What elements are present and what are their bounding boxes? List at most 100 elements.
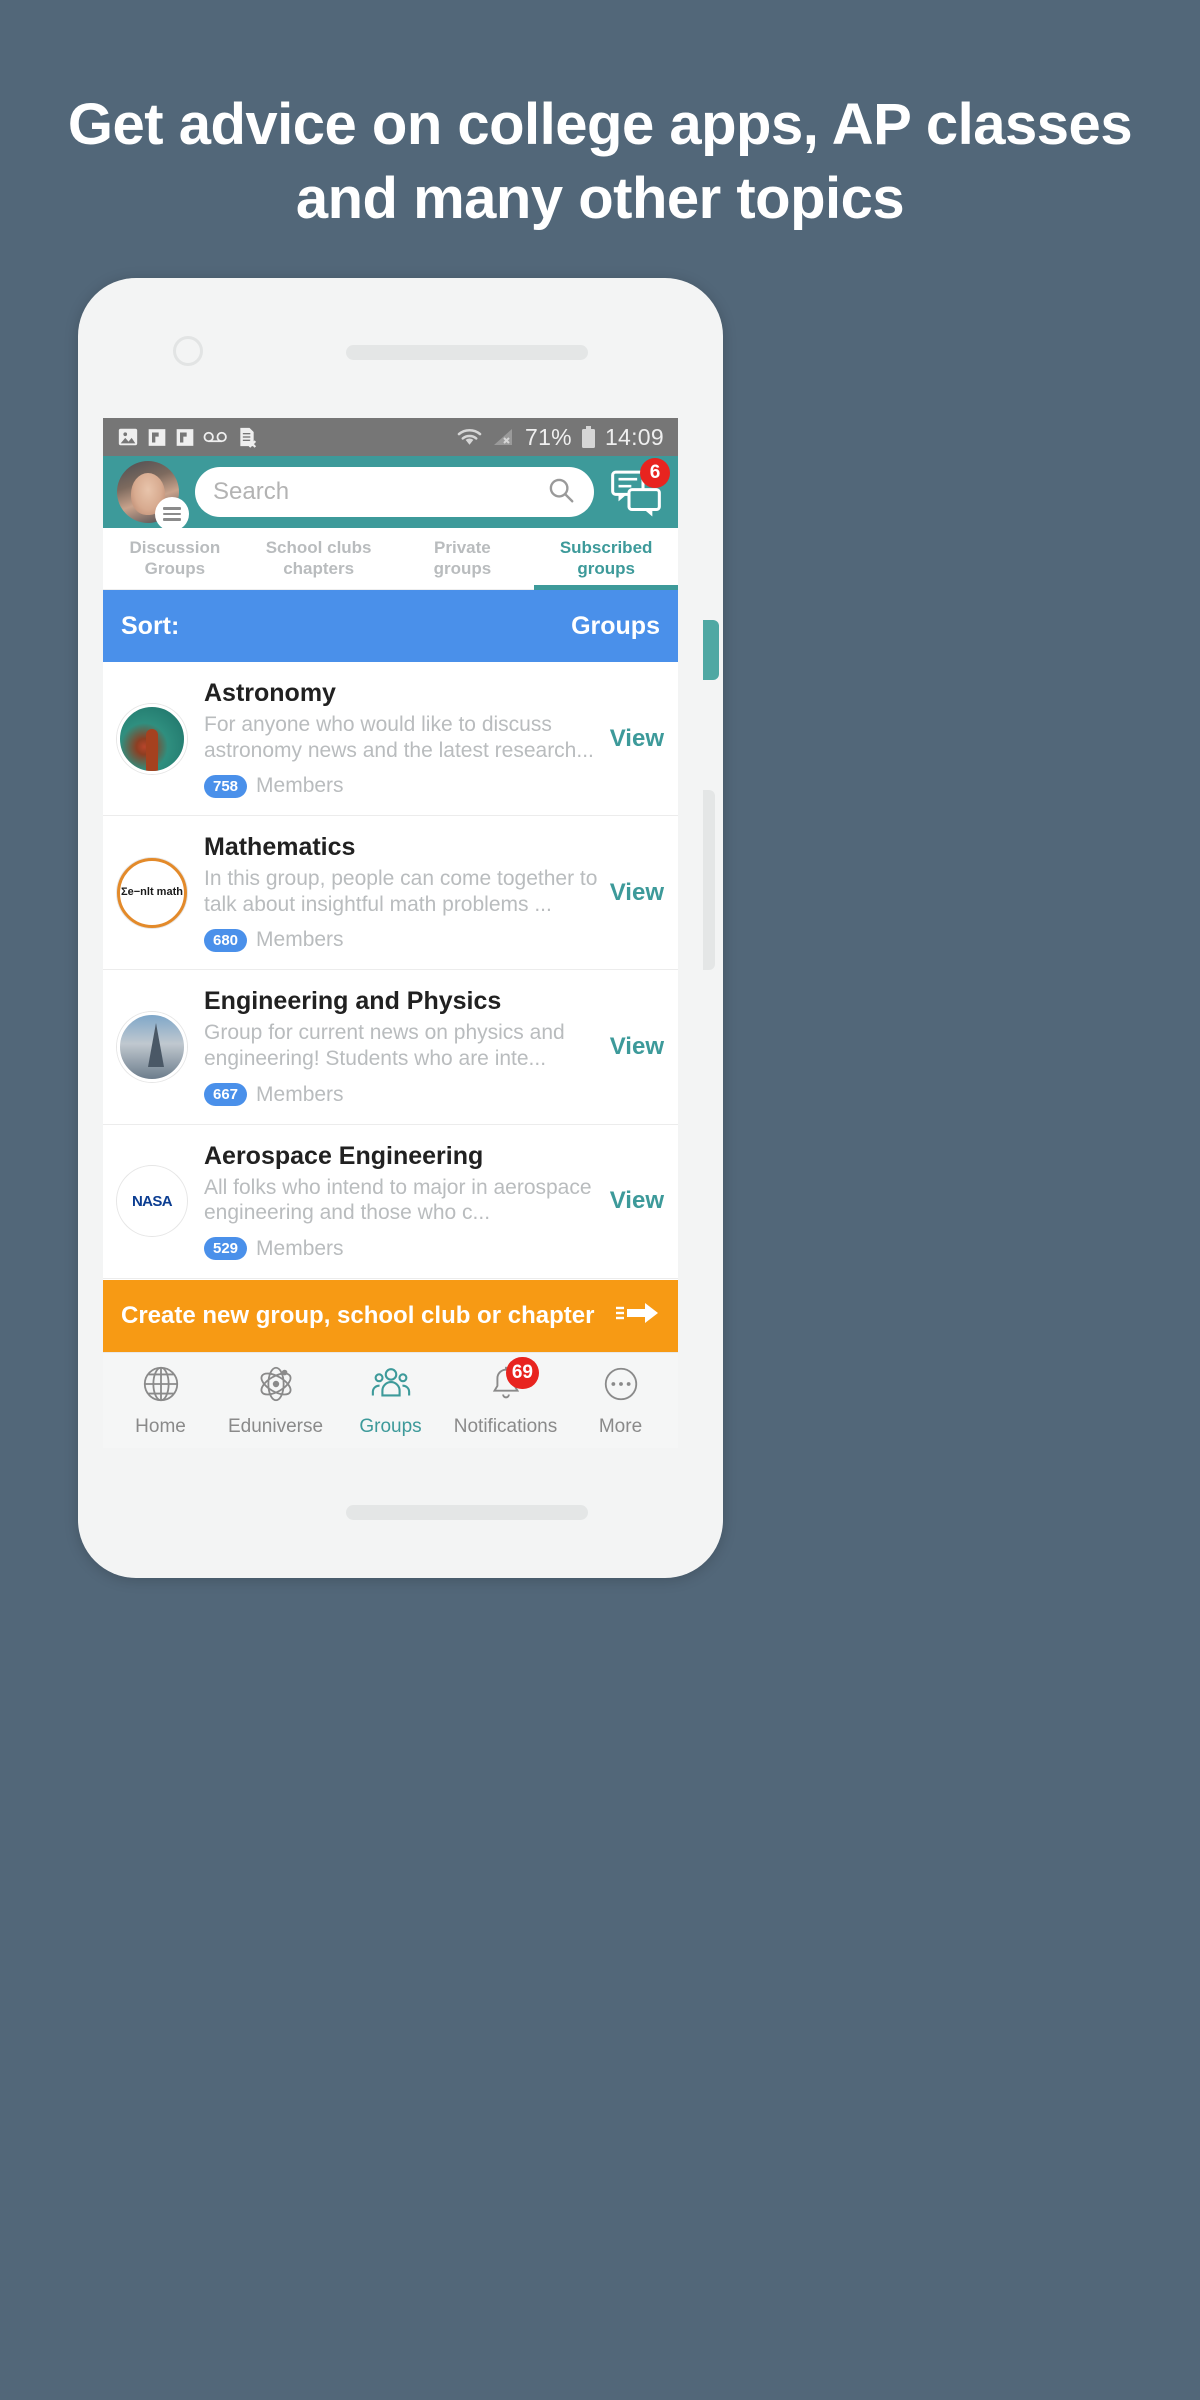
tab-label-line2: Groups: [144, 558, 206, 578]
members-label: Members: [256, 1236, 344, 1260]
nav-item-more[interactable]: More: [563, 1363, 678, 1438]
view-button[interactable]: View: [606, 879, 664, 907]
group-name: Mathematics: [204, 833, 356, 862]
group-name: Engineering and Physics: [204, 987, 502, 1016]
messages-button[interactable]: 6: [608, 458, 670, 520]
members-count-badge: 529: [204, 1237, 248, 1261]
group-description: Group for current news on physics and en…: [204, 1021, 565, 1071]
phone-top-bezel: [78, 278, 723, 400]
search-icon[interactable]: [546, 475, 576, 510]
view-button[interactable]: View: [606, 725, 664, 753]
notifications-badge: 69: [505, 1357, 539, 1389]
group-members: 667 Members: [204, 1083, 598, 1107]
tab-label-line1: Private: [434, 538, 491, 558]
flag-icon: [147, 427, 167, 448]
nav-item-eduniverse[interactable]: Eduniverse: [218, 1363, 333, 1438]
nav-label: More: [598, 1416, 643, 1437]
members-label: Members: [256, 1082, 344, 1106]
table-row[interactable]: Astronomy For anyone who would like to d…: [103, 662, 678, 817]
nav-label: Home: [135, 1416, 186, 1437]
sort-bar[interactable]: Sort: Groups: [103, 590, 678, 662]
phone-side-button: [703, 620, 719, 680]
group-info: Aerospace Engineering All folks who inte…: [204, 1142, 606, 1261]
avatar[interactable]: [117, 461, 189, 531]
group-description: All folks who intend to major in aerospa…: [204, 1175, 592, 1225]
table-row[interactable]: Σe−nlt math Mathematics In this group, p…: [103, 816, 678, 971]
members-label: Members: [256, 928, 344, 952]
more-dots-icon: [600, 1363, 642, 1411]
group-description: In this group, people can come together …: [204, 867, 598, 916]
nav-label: Eduniverse: [227, 1416, 324, 1437]
status-bar-left-icons: [117, 426, 257, 448]
search-input[interactable]: [213, 478, 546, 506]
poster-root: Get advice on college apps, AP classes a…: [0, 0, 1200, 2400]
group-info: Astronomy For anyone who would like to d…: [204, 679, 606, 798]
home-indicator: [346, 1505, 588, 1520]
wifi-icon: [456, 427, 483, 447]
clock-label: 14:09: [604, 423, 664, 450]
signal-off-icon: [492, 427, 516, 447]
group-members: 529 Members: [204, 1237, 598, 1261]
image-icon: [117, 426, 139, 448]
members-count-badge: 680: [204, 928, 248, 952]
group-description: For anyone who would like to discuss ast…: [204, 713, 594, 762]
group-info: Engineering and Physics Group for curren…: [204, 987, 606, 1107]
people-group-icon: [370, 1363, 412, 1411]
tab-label-line1: Subscribed: [559, 538, 653, 558]
group-avatar-text: Σe−nlt math: [121, 886, 183, 899]
tab-label-line1: Discussion: [129, 538, 221, 558]
nav-item-groups[interactable]: Groups: [333, 1363, 448, 1438]
group-avatar-astronomy: [117, 703, 187, 774]
nav-item-home[interactable]: Home: [103, 1363, 218, 1438]
tab-school-clubs-chapters[interactable]: School clubs chapters: [247, 528, 391, 589]
members-count-badge: 667: [204, 1083, 248, 1107]
messages-badge: 6: [640, 458, 670, 488]
group-avatar-text: NASA: [131, 1192, 173, 1210]
create-group-label: Create new group, school club or chapter: [121, 1302, 595, 1329]
tab-bar: Discussion Groups School clubs chapters …: [103, 528, 678, 590]
nav-item-notifications[interactable]: 69 Notifications: [448, 1357, 563, 1438]
view-button[interactable]: View: [606, 1187, 664, 1215]
phone-screen: 71% 14:09 Search 6 Discussion Groups Sch…: [103, 418, 678, 1448]
sort-label: Sort:: [121, 611, 180, 640]
bottom-navigation: Home Eduniverse Groups 69 Notifications …: [103, 1352, 678, 1448]
flag-icon: [175, 427, 195, 448]
arrow-right-icon: [614, 1300, 660, 1333]
group-avatar-aerospace: NASA: [117, 1166, 187, 1237]
table-row[interactable]: Engineering and Physics Group for curren…: [103, 970, 678, 1125]
search-bar[interactable]: [195, 467, 594, 517]
group-members: 758 Members: [204, 774, 598, 798]
members-count-badge: 758: [204, 774, 248, 798]
tab-private-groups[interactable]: Private groups: [391, 528, 535, 589]
voicemail-icon: [203, 429, 229, 445]
tab-label-line1: School clubs: [265, 538, 372, 558]
tab-subscribed-groups[interactable]: Subscribed groups: [534, 528, 678, 590]
atom-icon: [255, 1363, 297, 1411]
status-bar: 71% 14:09: [103, 418, 678, 456]
globe-icon: [140, 1363, 182, 1411]
table-row[interactable]: NASA Aerospace Engineering All folks who…: [103, 1124, 678, 1279]
members-label: Members: [256, 774, 344, 798]
battery-percent-label: 71%: [525, 423, 572, 450]
group-name: Astronomy: [204, 679, 336, 707]
tab-discussion-groups[interactable]: Discussion Groups: [103, 528, 247, 589]
sort-value[interactable]: Groups: [571, 612, 660, 641]
group-avatar-mathematics: Σe−nlt math: [117, 857, 187, 928]
app-top-bar: 6: [103, 456, 678, 531]
create-group-button[interactable]: Create new group, school club or chapter: [103, 1280, 678, 1352]
nav-label: Notifications: [453, 1416, 558, 1437]
menu-button[interactable]: [155, 497, 189, 531]
nav-label: Groups: [359, 1416, 422, 1437]
front-camera-icon: [173, 336, 203, 366]
tab-label-line2: groups: [577, 558, 635, 578]
tab-label-line2: groups: [433, 558, 492, 578]
group-members: 680 Members: [204, 928, 598, 952]
page-title: Get advice on college apps, AP classes a…: [67, 92, 1133, 232]
hamburger-icon: [163, 504, 181, 525]
group-avatar-engineering: [117, 1012, 187, 1083]
view-button[interactable]: View: [606, 1033, 664, 1061]
tab-label-line2: chapters: [283, 558, 355, 578]
earpiece-speaker: [346, 345, 588, 360]
status-bar-right-icons: 71% 14:09: [456, 424, 664, 451]
phone-volume-button: [703, 790, 715, 970]
